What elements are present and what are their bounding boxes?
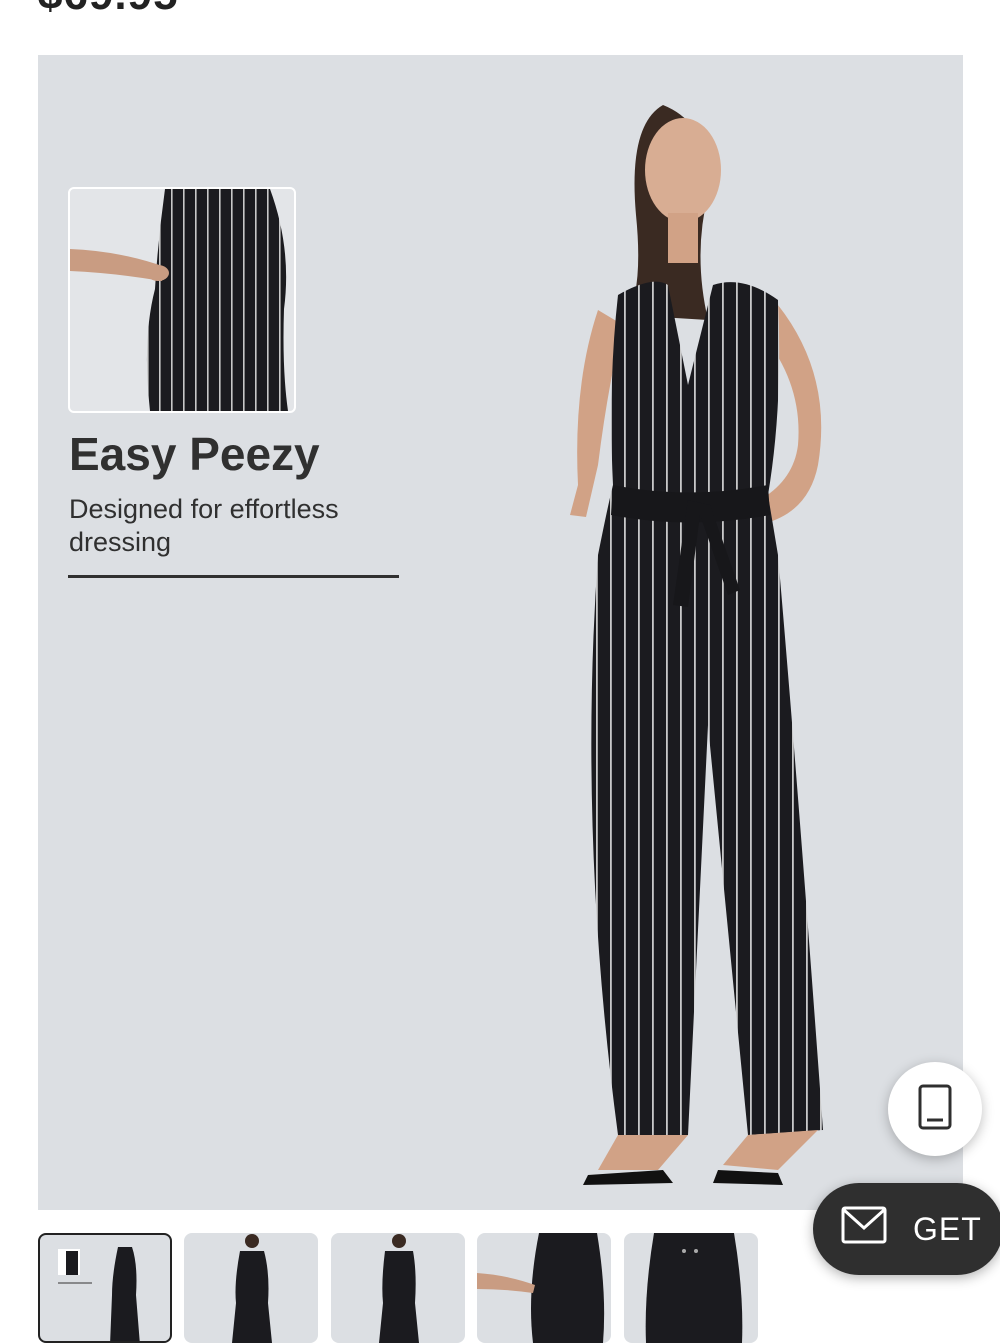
model-wearing-jumpsuit	[478, 85, 908, 1205]
product-price: $69.95	[38, 0, 179, 20]
phone-contact-button[interactable]	[888, 1062, 982, 1156]
feature-divider	[68, 575, 399, 578]
envelope-icon	[841, 1206, 887, 1252]
product-hero-image[interactable]: Easy Peezy Designed for effortless dress…	[38, 55, 963, 1210]
thumbnail-3[interactable]	[331, 1233, 465, 1343]
thumbnail-4[interactable]	[477, 1233, 611, 1343]
thumbnail-strip	[38, 1233, 778, 1343]
detail-inset-image	[68, 187, 296, 413]
mobile-phone-icon	[918, 1084, 952, 1135]
thumbnail-5[interactable]	[624, 1233, 758, 1343]
get-offer-label: GET	[913, 1210, 982, 1247]
thumbnail-1[interactable]	[38, 1233, 172, 1343]
thumbnail-2[interactable]	[184, 1233, 318, 1343]
feature-subtitle: Designed for effortless dressing	[69, 494, 339, 557]
get-offer-button[interactable]: GET	[813, 1183, 1000, 1275]
feature-title: Easy Peezy	[69, 428, 320, 480]
